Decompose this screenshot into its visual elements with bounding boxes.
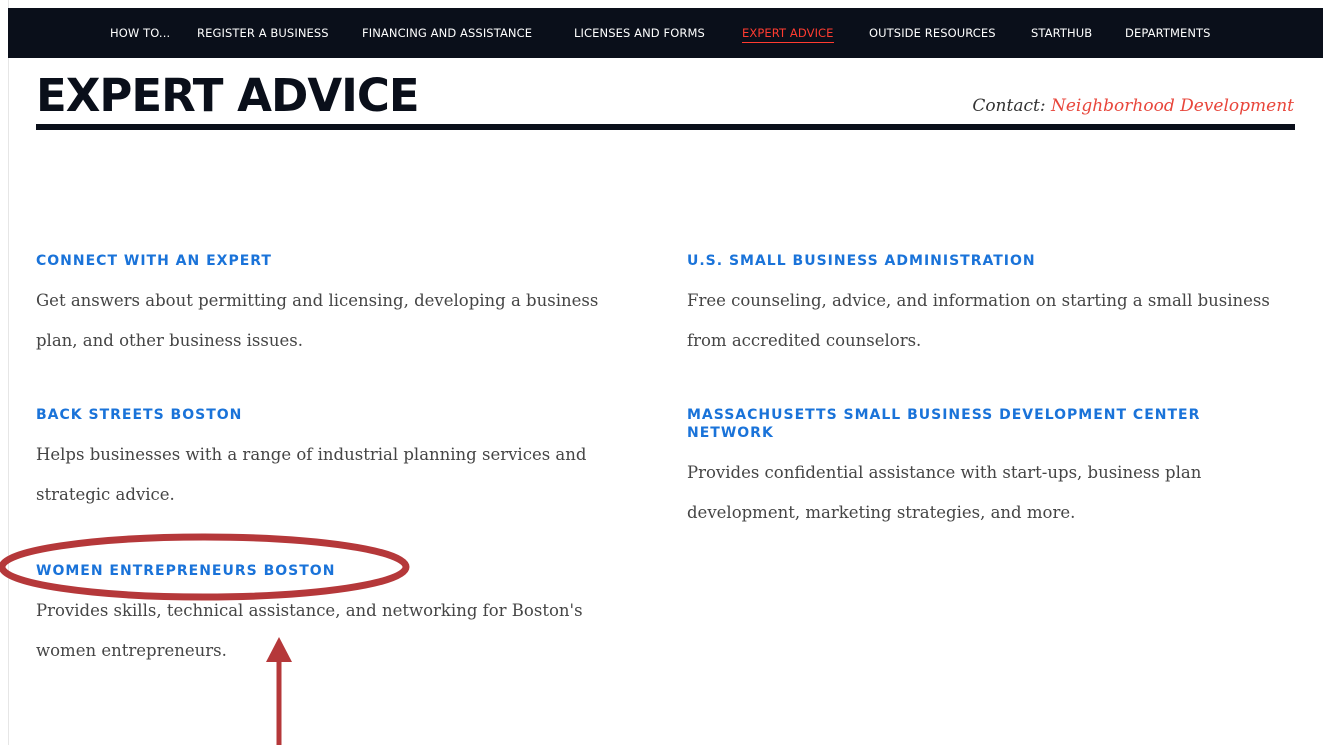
nav-departments[interactable]: DEPARTMENTS <box>1125 8 1211 58</box>
card-back-streets-boston: BACK STREETS BOSTON Helps businesses wit… <box>36 406 616 515</box>
card-description: Get answers about permitting and licensi… <box>36 291 599 350</box>
nav-how-to[interactable]: HOW TO... <box>110 8 170 58</box>
card-description: Provides confidential assistance with st… <box>687 463 1202 522</box>
card-description: Provides skills, technical assistance, a… <box>36 601 583 660</box>
contact-link-neighborhood-development[interactable]: Neighborhood Development <box>1051 96 1294 116</box>
nav-licenses-and-forms[interactable]: LICENSES AND FORMS <box>574 8 705 58</box>
card-women-entrepreneurs-boston: WOMEN ENTREPRENEURS BOSTON Provides skil… <box>36 562 616 671</box>
page-left-edge <box>0 0 9 745</box>
nav-starthub[interactable]: STARTHUB <box>1031 8 1092 58</box>
card-connect-with-an-expert: CONNECT WITH AN EXPERT Get answers about… <box>36 252 636 361</box>
contact-line: Contact: Neighborhood Development <box>972 96 1294 116</box>
card-title-link[interactable]: BACK STREETS BOSTON <box>36 406 616 424</box>
card-description: Free counseling, advice, and information… <box>687 291 1270 350</box>
page-title: EXPERT ADVICE <box>36 69 420 122</box>
nav-financing-and-assistance[interactable]: FINANCING AND ASSISTANCE <box>362 8 532 58</box>
card-massachusetts-sbdc-network: MASSACHUSETTS SMALL BUSINESS DEVELOPMENT… <box>687 406 1257 533</box>
top-navigation: HOW TO... REGISTER A BUSINESS FINANCING … <box>8 8 1323 58</box>
contact-label: Contact: <box>972 96 1046 116</box>
card-title-link[interactable]: U.S. SMALL BUSINESS ADMINISTRATION <box>687 252 1297 270</box>
card-us-small-business-administration: U.S. SMALL BUSINESS ADMINISTRATION Free … <box>687 252 1297 361</box>
nav-register-a-business[interactable]: REGISTER A BUSINESS <box>197 8 329 58</box>
card-title-link[interactable]: WOMEN ENTREPRENEURS BOSTON <box>36 562 616 580</box>
nav-expert-advice[interactable]: EXPERT ADVICE <box>742 8 834 58</box>
title-divider <box>36 124 1295 130</box>
nav-outside-resources[interactable]: OUTSIDE RESOURCES <box>869 8 996 58</box>
card-title-link[interactable]: MASSACHUSETTS SMALL BUSINESS DEVELOPMENT… <box>687 406 1257 442</box>
card-description: Helps businesses with a range of industr… <box>36 445 587 504</box>
card-title-link[interactable]: CONNECT WITH AN EXPERT <box>36 252 636 270</box>
